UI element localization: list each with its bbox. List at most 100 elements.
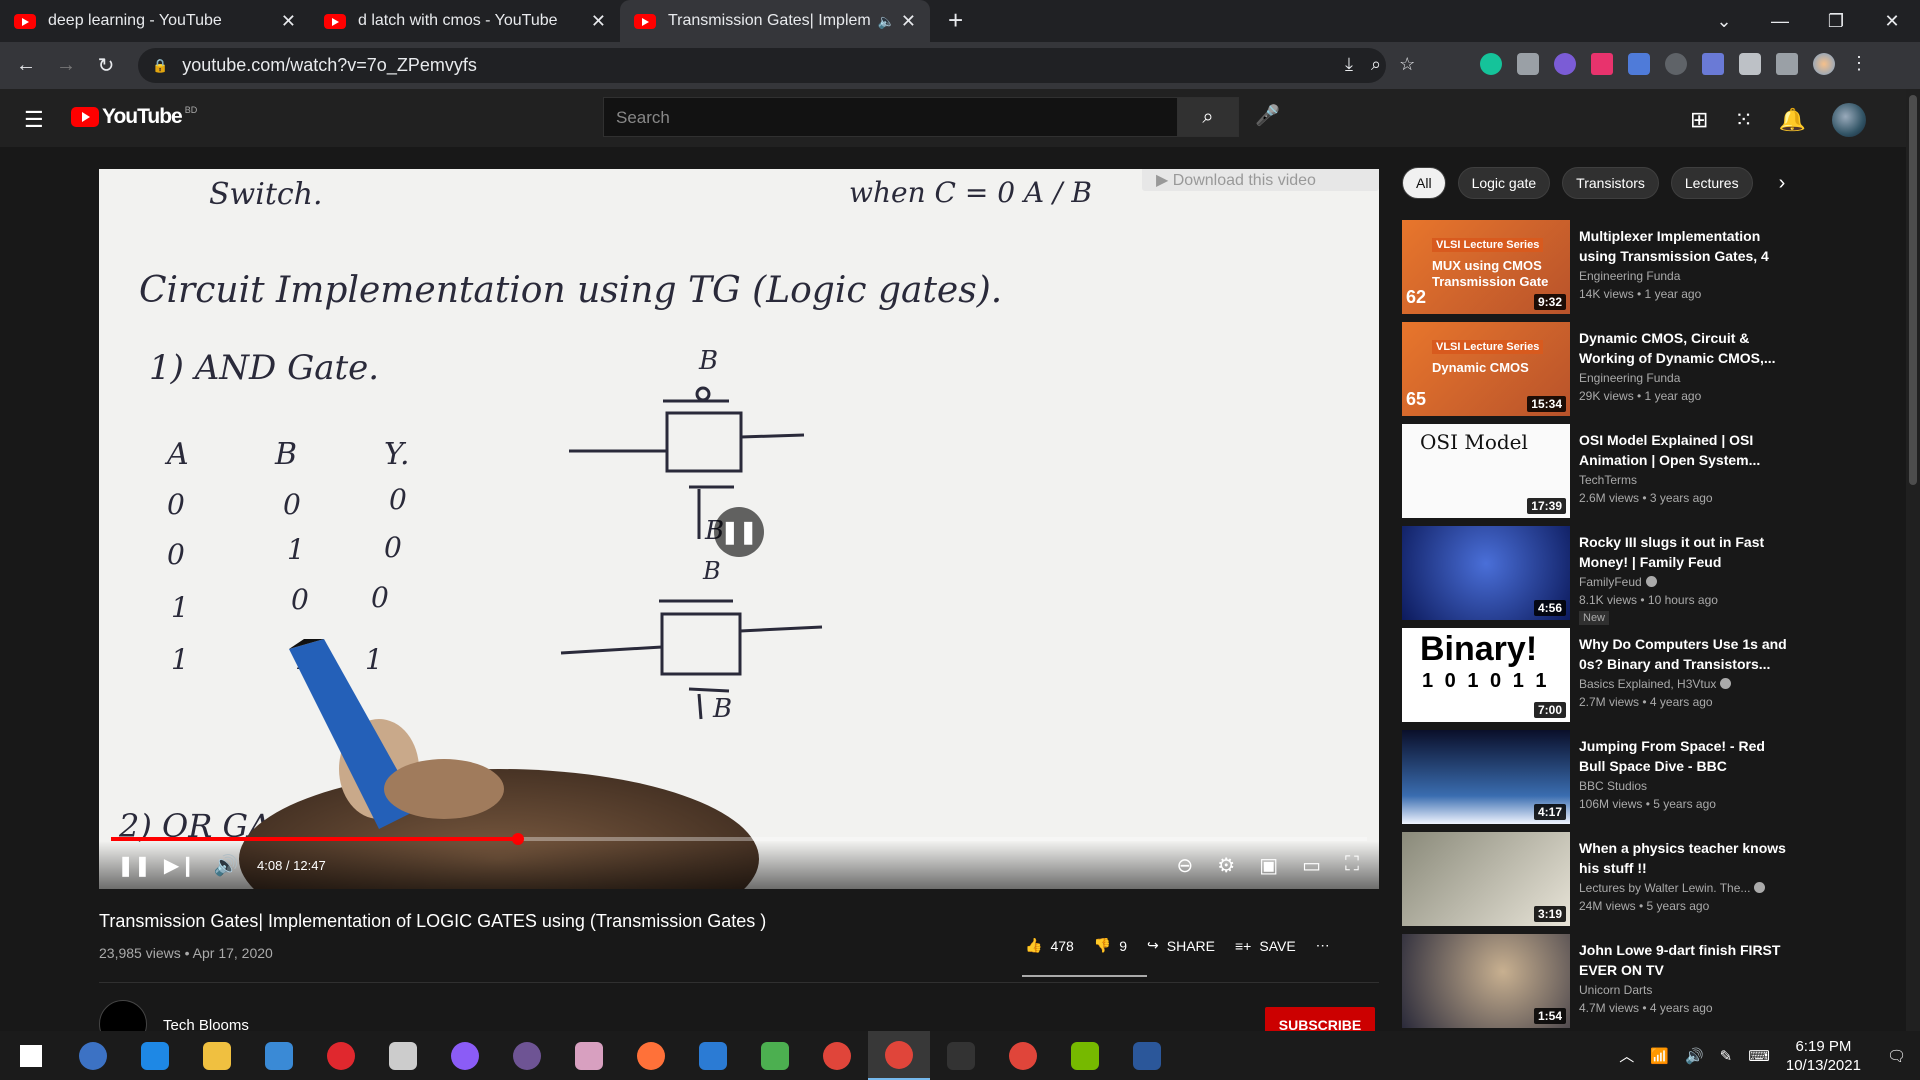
page-scrollbar[interactable] bbox=[1906, 89, 1920, 1031]
recommendation-channel[interactable]: Basics Explained, H3Vtux bbox=[1579, 677, 1732, 691]
browser-tab-active[interactable]: Transmission Gates| Impleme 🔈 ✕ bbox=[620, 0, 930, 42]
tray-chevron-icon[interactable]: ︿ bbox=[1619, 1045, 1634, 1066]
taskbar-opera-button[interactable] bbox=[310, 1031, 372, 1080]
taskbar-edge-button[interactable] bbox=[124, 1031, 186, 1080]
taskbar-start-button[interactable] bbox=[0, 1031, 62, 1080]
recommendation-item[interactable]: Binary! 1 0 1 0 1 1 7:00 Why Do Computer… bbox=[1402, 628, 1792, 730]
recommendation-channel[interactable]: TechTerms bbox=[1579, 473, 1637, 487]
recommendation-channel[interactable]: FamilyFeud bbox=[1579, 575, 1657, 589]
dislike-button[interactable]: 👎 9 bbox=[1094, 937, 1127, 954]
taskbar-chrome-button[interactable] bbox=[806, 1031, 868, 1080]
chip-all[interactable]: All bbox=[1402, 167, 1446, 199]
puzzle-extensions-icon[interactable] bbox=[1739, 53, 1761, 75]
recommendation-channel[interactable]: BBC Studios bbox=[1579, 779, 1647, 793]
save-button[interactable]: ≡+ SAVE bbox=[1235, 938, 1296, 954]
notification-center-icon[interactable]: 🗨 bbox=[1887, 1047, 1906, 1065]
taskbar-qb-button[interactable] bbox=[62, 1031, 124, 1080]
account-avatar[interactable] bbox=[1832, 103, 1867, 137]
extension-icon[interactable] bbox=[1665, 53, 1687, 75]
settings-gear-icon[interactable]: ⚙ bbox=[1217, 853, 1235, 878]
taskbar-mail-button[interactable] bbox=[248, 1031, 310, 1080]
recommendation-channel[interactable]: Engineering Funda bbox=[1579, 269, 1680, 283]
recommendation-item[interactable]: 3:19 When a physics teacher knows his st… bbox=[1402, 832, 1792, 934]
hamburger-menu-icon[interactable]: ☰ bbox=[24, 107, 44, 133]
taskbar-word-button[interactable] bbox=[1116, 1031, 1178, 1080]
video-player[interactable]: Switch. when C = 0 A / B Circuit Impleme… bbox=[99, 169, 1379, 889]
reload-icon[interactable]: ↻ bbox=[86, 53, 126, 78]
close-tab-icon[interactable]: ✕ bbox=[901, 11, 916, 32]
like-button[interactable]: 👍 478 bbox=[1025, 937, 1074, 954]
fullscreen-icon[interactable]: ⛶ bbox=[1345, 853, 1359, 878]
grammarly-extension-icon[interactable] bbox=[1480, 53, 1502, 75]
close-tab-icon[interactable]: ✕ bbox=[591, 11, 606, 32]
next-icon[interactable]: ▶❙ bbox=[157, 853, 203, 878]
video-thumbnail[interactable]: VLSI Lecture Series Dynamic CMOS 65 15:3… bbox=[1402, 322, 1570, 416]
search-button[interactable]: ⌕ bbox=[1177, 97, 1239, 137]
taskbar-chrome-active-button[interactable] bbox=[868, 1031, 930, 1080]
browser-tab[interactable]: deep learning - YouTube ✕ bbox=[0, 0, 310, 42]
recommendation-title[interactable]: OSI Model Explained | OSI Animation | Op… bbox=[1579, 430, 1789, 470]
clock[interactable]: 6:19 PM 10/13/2021 bbox=[1786, 1037, 1861, 1075]
pen-icon[interactable]: ✎ bbox=[1720, 1047, 1733, 1065]
install-icon[interactable]: ⤓ bbox=[1345, 54, 1353, 75]
speaker-icon[interactable]: 🔈 bbox=[877, 13, 894, 30]
recommendation-title[interactable]: When a physics teacher knows his stuff !… bbox=[1579, 838, 1789, 878]
pen-extension-icon[interactable] bbox=[1702, 53, 1724, 75]
video-thumbnail[interactable]: OSI Model 17:39 bbox=[1402, 424, 1570, 518]
recommendation-item[interactable]: VLSI Lecture Series Dynamic CMOS 65 15:3… bbox=[1402, 322, 1792, 424]
play-extension-icon[interactable] bbox=[1591, 53, 1613, 75]
address-bar[interactable]: 🔒 youtube.com/watch?v=7o_ZPemvyfs bbox=[138, 48, 1386, 83]
keyboard-icon[interactable]: ⌨ bbox=[1748, 1047, 1770, 1065]
close-tab-icon[interactable]: ✕ bbox=[281, 11, 296, 32]
chip-lectures[interactable]: Lectures bbox=[1670, 167, 1753, 199]
minimize-icon[interactable]: — bbox=[1752, 11, 1808, 32]
apps-grid-icon[interactable]: ⁙ bbox=[1734, 107, 1752, 133]
back-icon[interactable]: ← bbox=[6, 54, 46, 77]
recommendation-channel[interactable]: Unicorn Darts bbox=[1579, 983, 1652, 997]
volume-icon[interactable]: 🔊 bbox=[203, 853, 249, 878]
taskbar-explorer-button[interactable] bbox=[186, 1031, 248, 1080]
notifications-bell-icon[interactable]: 🔔 bbox=[1779, 107, 1806, 133]
close-window-icon[interactable]: ✕ bbox=[1864, 11, 1920, 32]
recommendation-title[interactable]: Jumping From Space! - Red Bull Space Div… bbox=[1579, 736, 1789, 776]
recommendation-title[interactable]: Why Do Computers Use 1s and 0s? Binary a… bbox=[1579, 634, 1789, 674]
browser-tab[interactable]: d latch with cmos - YouTube ✕ bbox=[310, 0, 620, 42]
volume-tray-icon[interactable]: 🔊 bbox=[1685, 1047, 1704, 1065]
video-thumbnail[interactable]: Binary! 1 0 1 0 1 1 7:00 bbox=[1402, 628, 1570, 722]
taskbar-inkscape-button[interactable] bbox=[372, 1031, 434, 1080]
chip-transistors[interactable]: Transistors bbox=[1562, 167, 1659, 199]
miniplayer-icon[interactable]: ▣ bbox=[1259, 853, 1278, 878]
recommendation-title[interactable]: Rocky III slugs it out in Fast Money! | … bbox=[1579, 532, 1789, 572]
taskbar-messenger-button[interactable] bbox=[434, 1031, 496, 1080]
center-pause-icon[interactable]: ❚❚ bbox=[714, 507, 764, 557]
video-thumbnail[interactable]: 3:19 bbox=[1402, 832, 1570, 926]
taskbar-terminal-button[interactable] bbox=[930, 1031, 992, 1080]
video-thumbnail[interactable]: VLSI Lecture Series MUX using CMOS Trans… bbox=[1402, 220, 1570, 314]
new-tab-icon[interactable]: + bbox=[948, 5, 963, 36]
more-actions-icon[interactable]: ⋯ bbox=[1316, 937, 1330, 954]
bookmark-star-icon[interactable]: ☆ bbox=[1399, 54, 1415, 75]
taskbar-github-button[interactable] bbox=[496, 1031, 558, 1080]
taskbar-vscode-button[interactable] bbox=[682, 1031, 744, 1080]
taskbar-nvidia-button[interactable] bbox=[1054, 1031, 1116, 1080]
create-video-icon[interactable]: ⊞ bbox=[1690, 107, 1708, 133]
media-control-icon[interactable] bbox=[1776, 53, 1798, 75]
microphone-icon[interactable]: 🎤 bbox=[1255, 103, 1280, 128]
share-button[interactable]: ↪ SHARE bbox=[1147, 937, 1215, 954]
autoplay-toggle[interactable]: ⊖ bbox=[1176, 853, 1193, 878]
maximize-icon[interactable]: ❐ bbox=[1808, 11, 1864, 32]
video-thumbnail[interactable]: 4:56 bbox=[1402, 526, 1570, 620]
pause-icon[interactable]: ❚❚ bbox=[111, 853, 157, 878]
chip-logic-gate[interactable]: Logic gate bbox=[1457, 167, 1551, 199]
download-extension-icon[interactable] bbox=[1628, 53, 1650, 75]
forward-icon[interactable]: → bbox=[46, 54, 86, 77]
profile-avatar[interactable] bbox=[1813, 53, 1835, 75]
recommendation-item[interactable]: 1:54 John Lowe 9-dart finish FIRST EVER … bbox=[1402, 934, 1792, 1036]
video-thumbnail[interactable]: 4:17 bbox=[1402, 730, 1570, 824]
lock-icon[interactable]: 🔒 bbox=[152, 58, 168, 74]
recommendation-item[interactable]: 4:56 Rocky III slugs it out in Fast Mone… bbox=[1402, 526, 1792, 628]
scrollbar-thumb[interactable] bbox=[1909, 95, 1917, 485]
recommendation-title[interactable]: John Lowe 9-dart finish FIRST EVER ON TV bbox=[1579, 940, 1789, 980]
recommendation-title[interactable]: Dynamic CMOS, Circuit & Working of Dynam… bbox=[1579, 328, 1789, 368]
camera-extension-icon[interactable] bbox=[1517, 53, 1539, 75]
